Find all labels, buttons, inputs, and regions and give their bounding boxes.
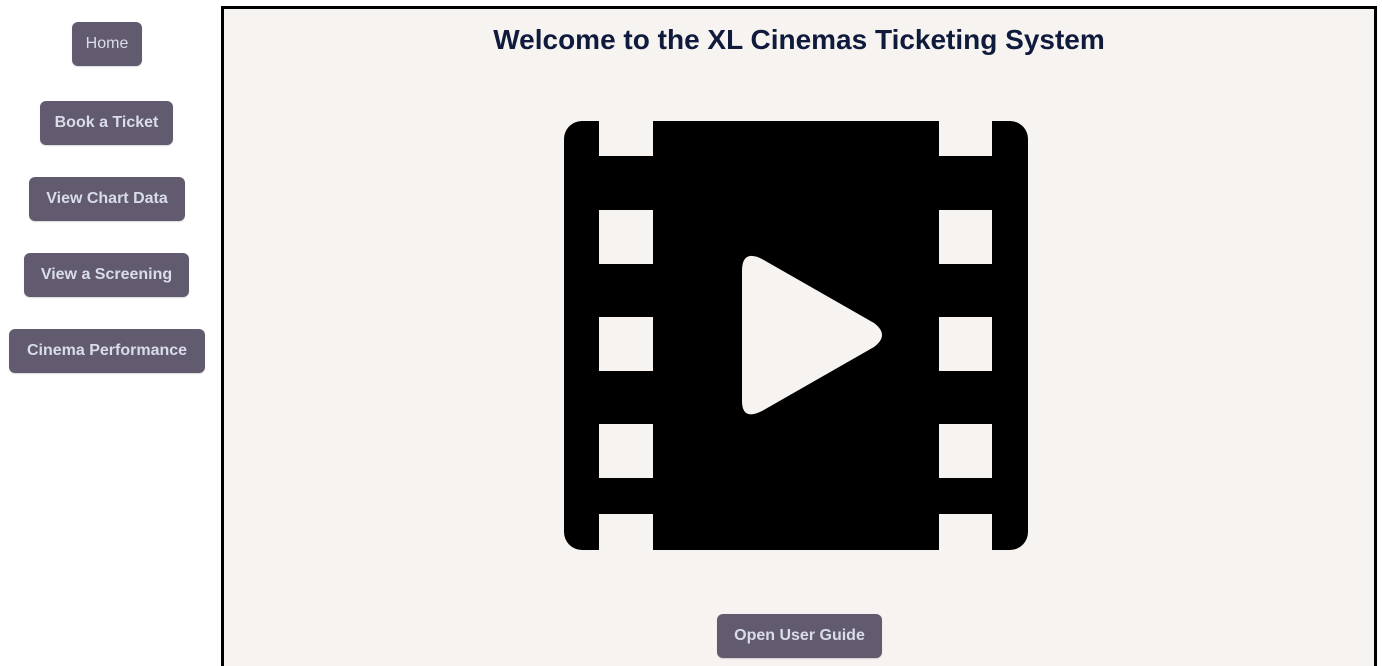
sidebar-item-view-chart-data[interactable]: View Chart Data xyxy=(29,177,185,221)
app-window: Home Book a Ticket View Chart Data View … xyxy=(0,0,1382,666)
main-panel: Welcome to the XL Cinemas Ticketing Syst… xyxy=(221,6,1377,666)
sidebar-item-book-a-ticket[interactable]: Book a Ticket xyxy=(40,101,173,145)
page-title: Welcome to the XL Cinemas Ticketing Syst… xyxy=(493,24,1105,55)
film-play-icon xyxy=(564,121,1028,550)
sidebar-item-cinema-performance[interactable]: Cinema Performance xyxy=(9,329,205,373)
open-user-guide-button[interactable]: Open User Guide xyxy=(717,614,882,658)
sidebar-item-view-a-screening[interactable]: View a Screening xyxy=(24,253,189,297)
sidebar-item-home[interactable]: Home xyxy=(72,22,142,66)
sidebar: Home Book a Ticket View Chart Data View … xyxy=(0,0,214,666)
